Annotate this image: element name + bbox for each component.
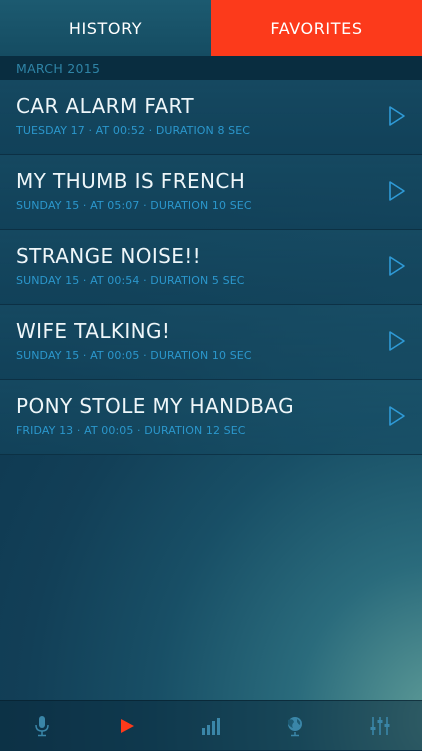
sliders-icon <box>370 717 390 735</box>
play-icon[interactable] <box>384 329 408 353</box>
recording-meta: TUESDAY 17 · AT 00:52 · DURATION 8 SEC <box>16 124 251 137</box>
play-icon[interactable] <box>384 254 408 278</box>
nav-record[interactable] <box>0 701 84 751</box>
section-month-label: MARCH 2015 <box>16 60 101 76</box>
recording-meta: FRIDAY 13 · AT 00:05 · DURATION 12 SEC <box>16 424 246 437</box>
play-icon[interactable] <box>384 104 408 128</box>
list-item[interactable]: WIFE TALKING! SUNDAY 15 · AT 00:05 · DUR… <box>0 305 422 380</box>
play-icon[interactable] <box>384 404 408 428</box>
list-item[interactable]: MY THUMB IS FRENCH SUNDAY 15 · AT 05:07 … <box>0 155 422 230</box>
recordings-list: CAR ALARM FART TUESDAY 17 · AT 00:52 · D… <box>0 80 422 455</box>
recording-title: WIFE TALKING! <box>16 319 171 343</box>
nav-settings[interactable] <box>338 701 422 751</box>
tab-history-label: HISTORY <box>68 18 143 38</box>
play-icon <box>120 719 134 733</box>
section-header: MARCH 2015 <box>0 56 422 80</box>
list-item[interactable]: PONY STOLE MY HANDBAG FRIDAY 13 · AT 00:… <box>0 380 422 455</box>
recording-meta: SUNDAY 15 · AT 05:07 · DURATION 10 SEC <box>16 199 252 212</box>
globe-icon <box>288 717 303 737</box>
tab-history[interactable]: HISTORY <box>0 0 211 56</box>
list-item[interactable]: CAR ALARM FART TUESDAY 17 · AT 00:52 · D… <box>0 80 422 155</box>
recording-title: CAR ALARM FART <box>16 94 194 118</box>
bar-chart-icon <box>201 718 220 735</box>
play-icon[interactable] <box>384 179 408 203</box>
recording-title: MY THUMB IS FRENCH <box>16 169 246 193</box>
recording-title: PONY STOLE MY HANDBAG <box>16 394 294 418</box>
nav-world[interactable] <box>253 701 337 751</box>
tab-favorites-label: FAVORITES <box>270 18 363 38</box>
nav-play[interactable] <box>84 701 168 751</box>
tab-favorites[interactable]: FAVORITES <box>211 0 422 56</box>
bottom-nav-bar <box>0 700 422 751</box>
recording-title: STRANGE NOISE!! <box>16 244 202 268</box>
top-tab-bar: HISTORY FAVORITES <box>0 0 422 56</box>
recording-meta: SUNDAY 15 · AT 00:05 · DURATION 10 SEC <box>16 349 252 362</box>
recording-meta: SUNDAY 15 · AT 00:54 · DURATION 5 SEC <box>16 274 245 287</box>
nav-stats[interactable] <box>169 701 253 751</box>
list-item[interactable]: STRANGE NOISE!! SUNDAY 15 · AT 00:54 · D… <box>0 230 422 305</box>
microphone-icon <box>35 716 49 737</box>
